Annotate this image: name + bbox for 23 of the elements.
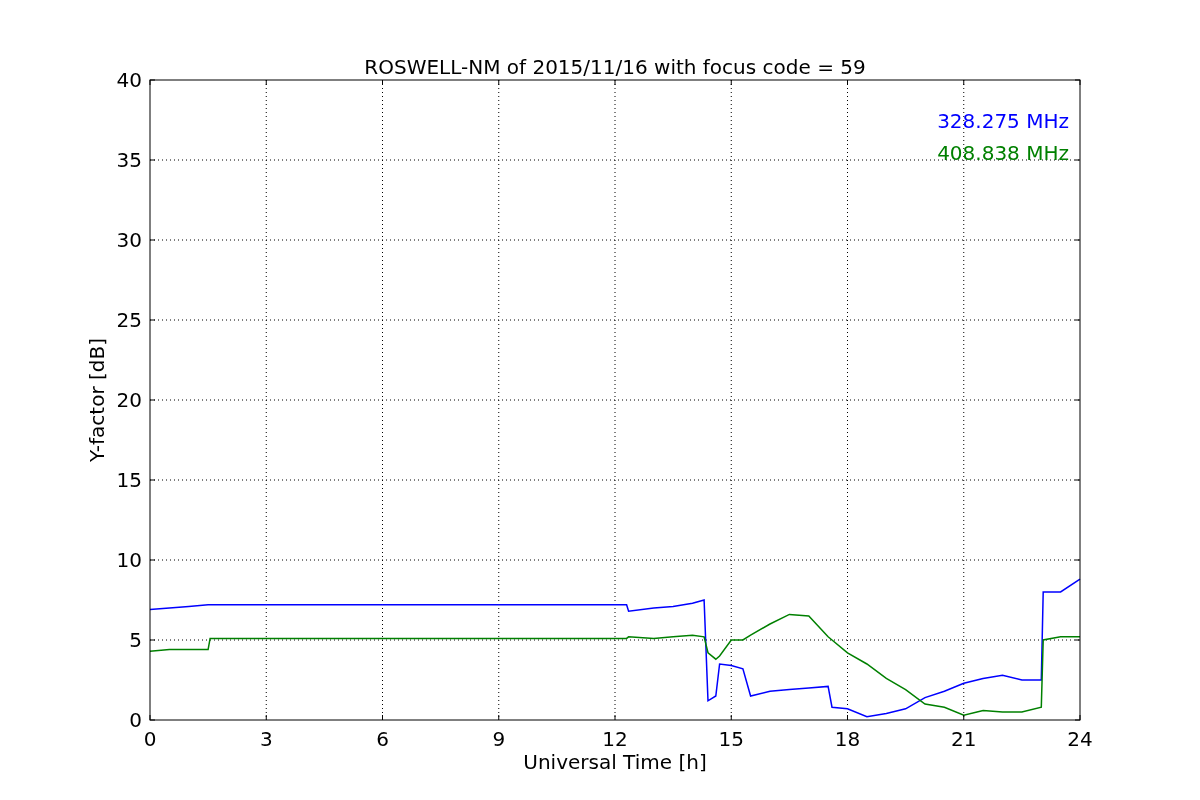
x-tick-label: 6 xyxy=(376,727,389,751)
x-tick-label: 0 xyxy=(143,727,157,751)
y-tick-label: 40 xyxy=(116,68,142,92)
y-tick-label: 20 xyxy=(116,388,142,412)
x-tick-label: 15 xyxy=(718,727,744,751)
x-tick-label: 12 xyxy=(602,727,628,751)
y-tick-label: 5 xyxy=(129,628,142,652)
chart-title: ROSWELL-NM of 2015/11/16 with focus code = 59 xyxy=(364,55,866,79)
y-tick-label: 10 xyxy=(116,548,142,572)
legend-label: 408.838 MHz xyxy=(937,141,1069,165)
x-tick-label: 21 xyxy=(951,727,977,751)
y-tick-label: 25 xyxy=(116,308,142,332)
x-tick-label: 18 xyxy=(834,727,861,751)
x-tick-label: 9 xyxy=(492,727,506,751)
x-tick-label: 3 xyxy=(259,727,273,751)
y-tick-label: 30 xyxy=(116,228,142,252)
y-axis-label: Y-factor [dB] xyxy=(85,338,109,462)
y-tick-label: 15 xyxy=(116,468,142,492)
x-axis-label: Universal Time [h] xyxy=(523,750,707,774)
x-tick-label: 24 xyxy=(1067,727,1093,751)
y-tick-label: 35 xyxy=(116,148,142,172)
legend-label: 328.275 MHz xyxy=(937,109,1069,133)
y-tick-label: 0 xyxy=(129,708,142,732)
